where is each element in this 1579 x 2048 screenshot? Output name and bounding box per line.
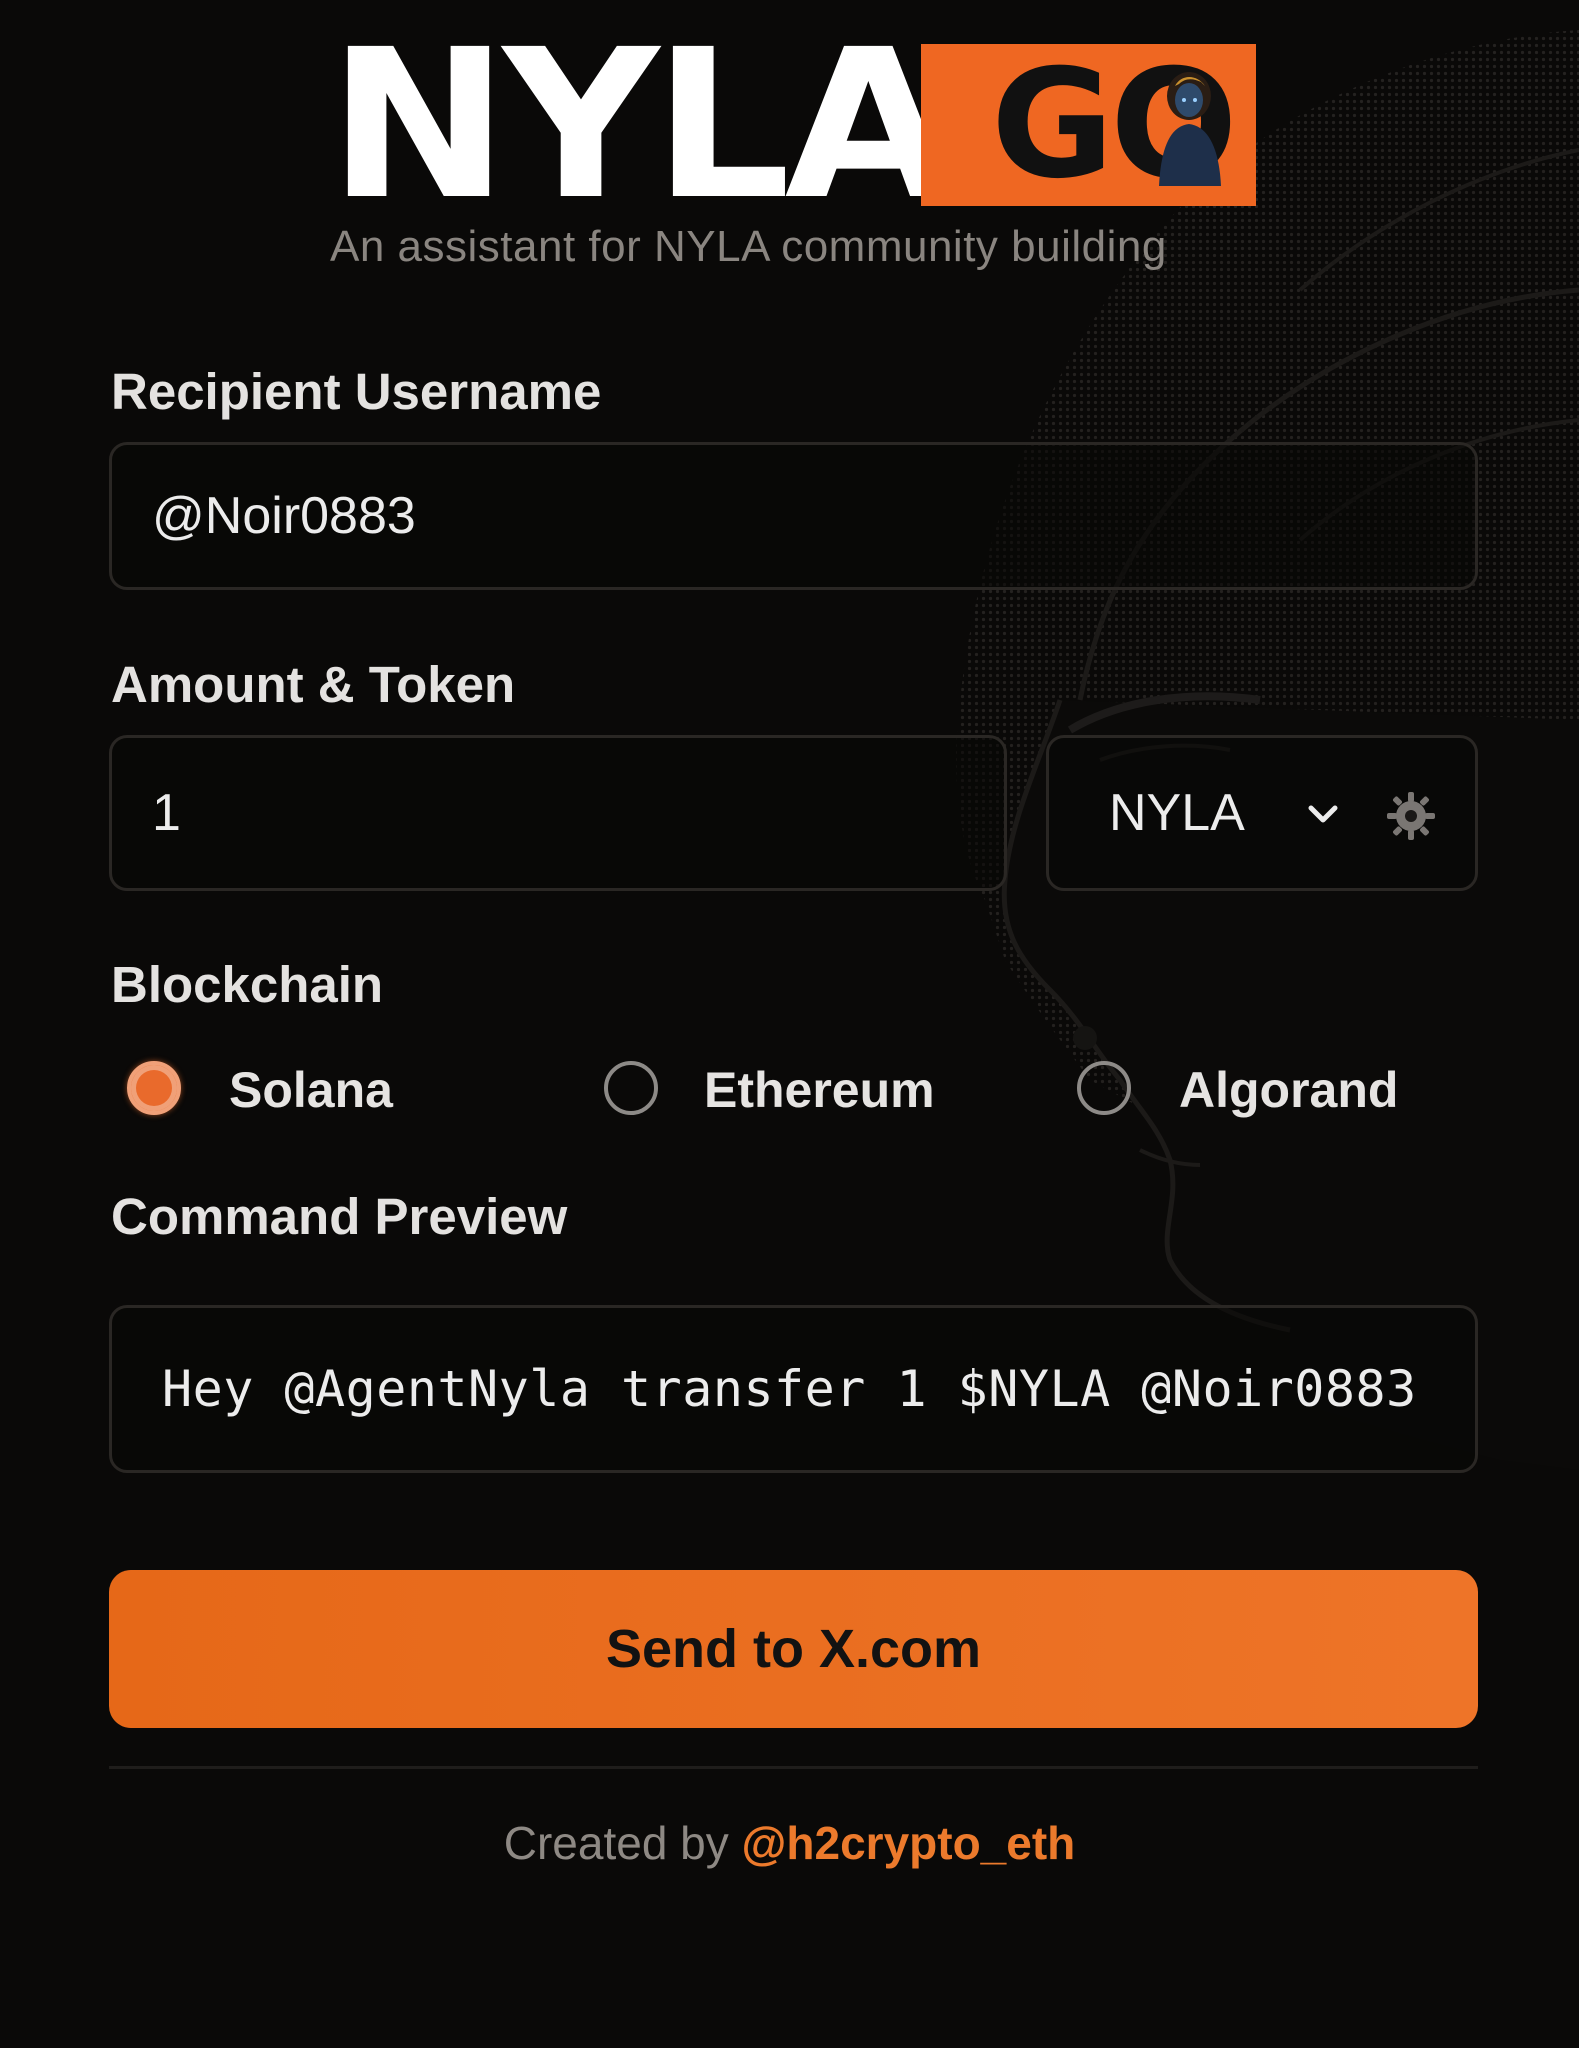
agent-avatar-icon — [1159, 72, 1221, 186]
amount-token-label: Amount & Token — [111, 656, 516, 713]
token-selected-value: NYLA — [1109, 784, 1245, 842]
radio-label-solana: Solana — [229, 1062, 393, 1118]
amount-value: 1 — [152, 784, 181, 842]
send-to-x-button[interactable]: Send to X.com — [109, 1570, 1478, 1728]
recipient-input[interactable]: @Noir0883 — [109, 442, 1478, 590]
radio-indicator-checked — [127, 1061, 181, 1115]
radio-ethereum[interactable]: Ethereum — [604, 1055, 984, 1125]
amount-input[interactable]: 1 — [109, 735, 1007, 891]
gear-icon[interactable] — [1383, 788, 1439, 844]
radio-label-ethereum: Ethereum — [704, 1062, 935, 1118]
background-character-art — [956, 30, 1579, 1470]
radio-solana[interactable]: Solana — [127, 1055, 507, 1125]
token-select[interactable]: NYLA — [1046, 735, 1478, 891]
tagline: An assistant for NYLA community building — [330, 222, 1167, 271]
command-preview-label: Command Preview — [111, 1188, 568, 1245]
send-button-label: Send to X.com — [605, 1619, 982, 1679]
radio-algorand[interactable]: Algorand — [1077, 1055, 1457, 1125]
logo-wordmark: NYLA — [328, 5, 952, 245]
blockchain-label: Blockchain — [111, 956, 384, 1013]
divider — [109, 1766, 1478, 1769]
command-preview-box[interactable]: Hey @AgentNyla transfer 1 $NYLA @Noir088… — [109, 1305, 1478, 1473]
radio-indicator — [1077, 1061, 1131, 1115]
footer-prefix: Created by — [503, 1817, 729, 1869]
radio-indicator — [604, 1061, 658, 1115]
recipient-label: Recipient Username — [111, 363, 602, 420]
chevron-down-icon — [1308, 805, 1338, 823]
logo-badge: GO — [921, 44, 1256, 206]
command-preview-text: Hey @AgentNyla transfer 1 $NYLA @Noir088… — [162, 1360, 1417, 1418]
radio-label-algorand: Algorand — [1179, 1062, 1399, 1118]
recipient-value: @Noir0883 — [152, 487, 416, 545]
nylago-logo: NYLA GO — [328, 5, 1256, 245]
footer-credit: Created by @h2crypto_eth — [0, 1816, 1579, 1870]
footer-author-link[interactable]: @h2crypto_eth — [742, 1817, 1076, 1869]
